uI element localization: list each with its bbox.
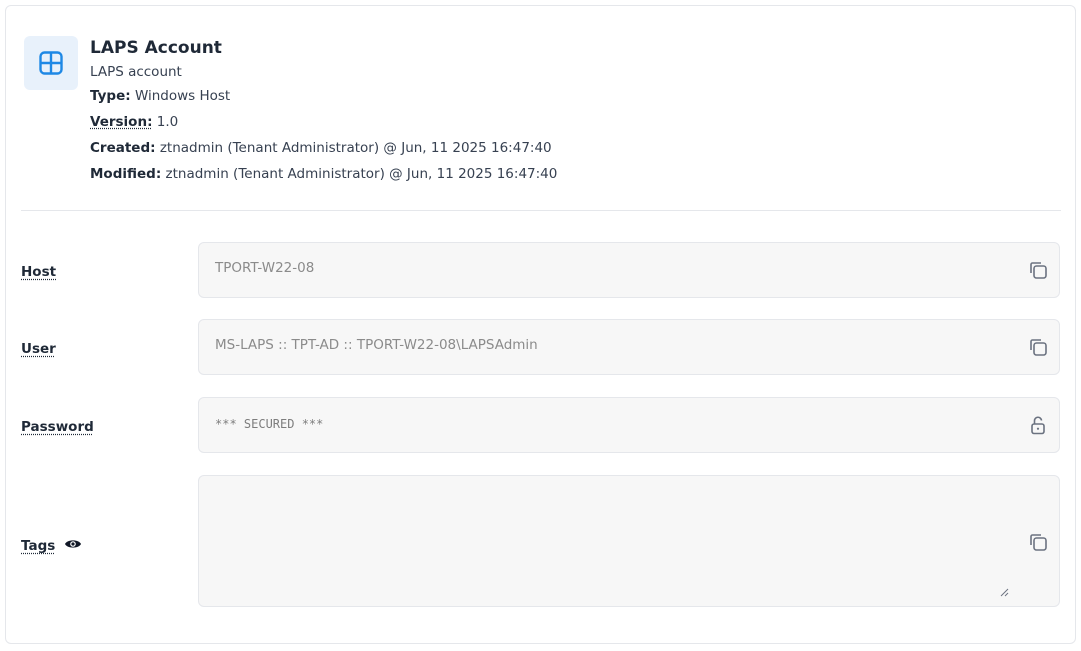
copy-icon[interactable] bbox=[1027, 531, 1049, 553]
user-label: User bbox=[21, 341, 56, 357]
password-field[interactable]: *** SECURED *** bbox=[198, 397, 1060, 453]
modified-line: Modified: ztnadmin (Tenant Administrator… bbox=[90, 165, 790, 183]
windows-icon bbox=[24, 36, 78, 90]
type-value: Windows Host bbox=[134, 88, 231, 104]
type-line: Type: Windows Host bbox=[90, 87, 790, 105]
account-meta: LAPS Account LAPS account Type: Windows … bbox=[90, 36, 790, 183]
account-card: LAPS Account LAPS account Type: Windows … bbox=[5, 5, 1076, 644]
tags-textarea[interactable] bbox=[198, 475, 1060, 607]
eye-icon[interactable] bbox=[64, 536, 82, 550]
copy-icon[interactable] bbox=[1027, 336, 1049, 358]
type-label: Type: bbox=[90, 88, 131, 104]
host-field[interactable]: TPORT-W22-08 bbox=[198, 242, 1060, 298]
tags-label: Tags bbox=[21, 538, 56, 554]
unlock-icon[interactable] bbox=[1027, 414, 1049, 436]
copy-icon[interactable] bbox=[1027, 259, 1049, 281]
modified-value: ztnadmin (Tenant Administrator) @ Jun, 1… bbox=[165, 166, 558, 182]
created-value: ztnadmin (Tenant Administrator) @ Jun, 1… bbox=[159, 140, 552, 156]
modified-label: Modified: bbox=[90, 166, 162, 182]
host-label: Host bbox=[21, 264, 57, 280]
page-title: LAPS Account bbox=[90, 38, 222, 58]
resize-grip-icon[interactable] bbox=[999, 582, 1009, 597]
version-label: Version: bbox=[90, 114, 153, 130]
password-value: *** SECURED *** bbox=[215, 417, 324, 431]
created-line: Created: ztnadmin (Tenant Administrator)… bbox=[90, 139, 790, 157]
user-value: MS-LAPS :: TPT-AD :: TPORT-W22-08\LAPSAd… bbox=[215, 337, 538, 353]
header-divider bbox=[21, 210, 1061, 211]
password-label: Password bbox=[21, 419, 94, 435]
user-field[interactable]: MS-LAPS :: TPT-AD :: TPORT-W22-08\LAPSAd… bbox=[198, 319, 1060, 375]
version-value: 1.0 bbox=[156, 114, 179, 130]
created-label: Created: bbox=[90, 140, 156, 156]
host-value: TPORT-W22-08 bbox=[215, 260, 315, 276]
account-subtitle: LAPS account bbox=[90, 64, 182, 80]
version-line: Version: 1.0 bbox=[90, 113, 790, 131]
